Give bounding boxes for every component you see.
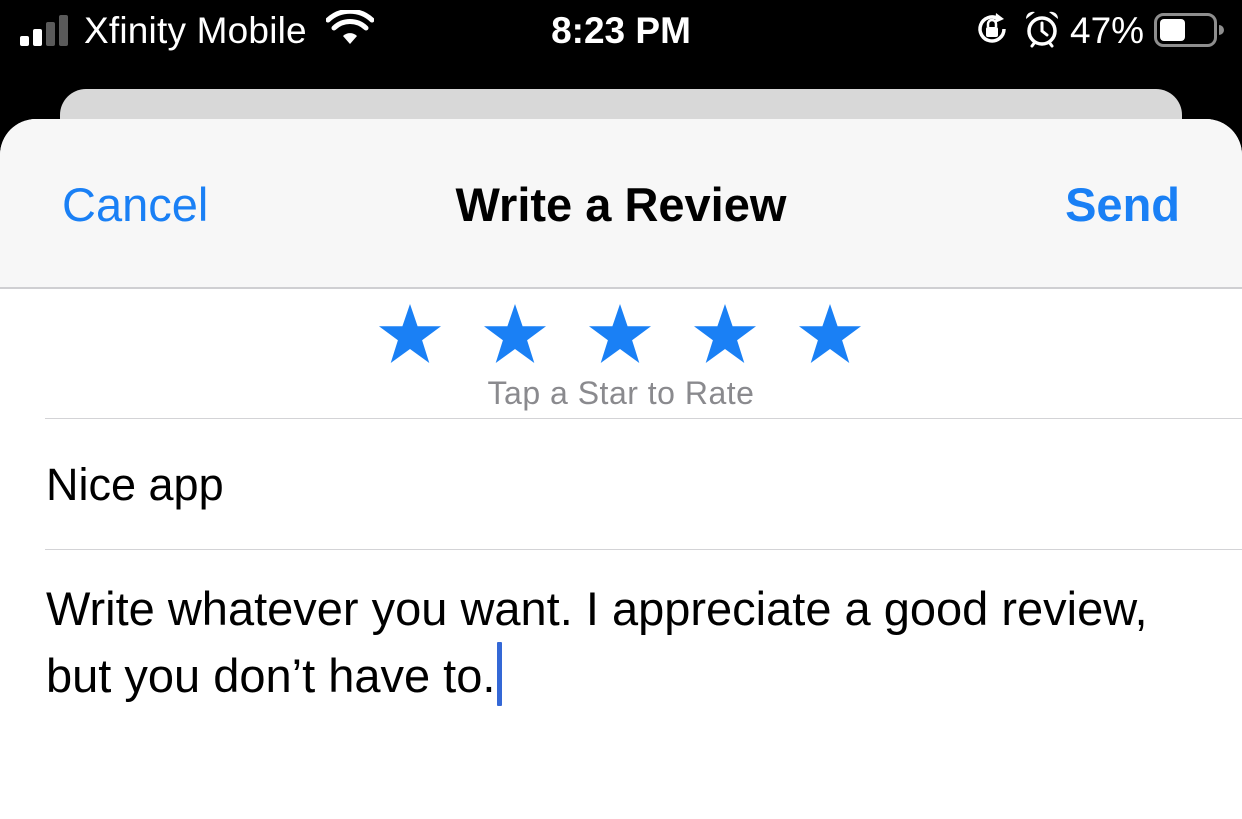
star-rating bbox=[378, 303, 864, 365]
star-icon-4[interactable] bbox=[693, 303, 757, 365]
star-icon-5[interactable] bbox=[798, 303, 862, 365]
divider bbox=[45, 418, 1242, 419]
rotation-lock-icon bbox=[978, 13, 1006, 43]
write-review-sheet: Cancel Write a Review Send Tap a Star to… bbox=[0, 119, 1242, 819]
status-bar: Xfinity Mobile 8:23 PM 47% bbox=[0, 0, 1242, 62]
send-button[interactable]: Send bbox=[1065, 177, 1180, 232]
star-icon-2[interactable] bbox=[483, 303, 547, 365]
star-icon-3[interactable] bbox=[588, 303, 652, 365]
alarm-icon bbox=[1025, 11, 1059, 48]
battery-icon bbox=[1154, 13, 1224, 47]
review-body-field[interactable]: Write whatever you want. I appreciate a … bbox=[46, 576, 1166, 709]
star-icon-1[interactable] bbox=[378, 303, 442, 365]
page-title: Write a Review bbox=[455, 178, 787, 231]
review-title-field[interactable]: Nice app bbox=[46, 459, 224, 511]
text-caret bbox=[497, 642, 503, 706]
review-body-text: Write whatever you want. I appreciate a … bbox=[46, 582, 1148, 702]
divider bbox=[45, 549, 1242, 550]
battery-percent: 47% bbox=[1070, 10, 1145, 51]
rating-hint: Tap a Star to Rate bbox=[487, 375, 755, 411]
navigation-bar: Cancel Write a Review Send bbox=[0, 119, 1242, 289]
